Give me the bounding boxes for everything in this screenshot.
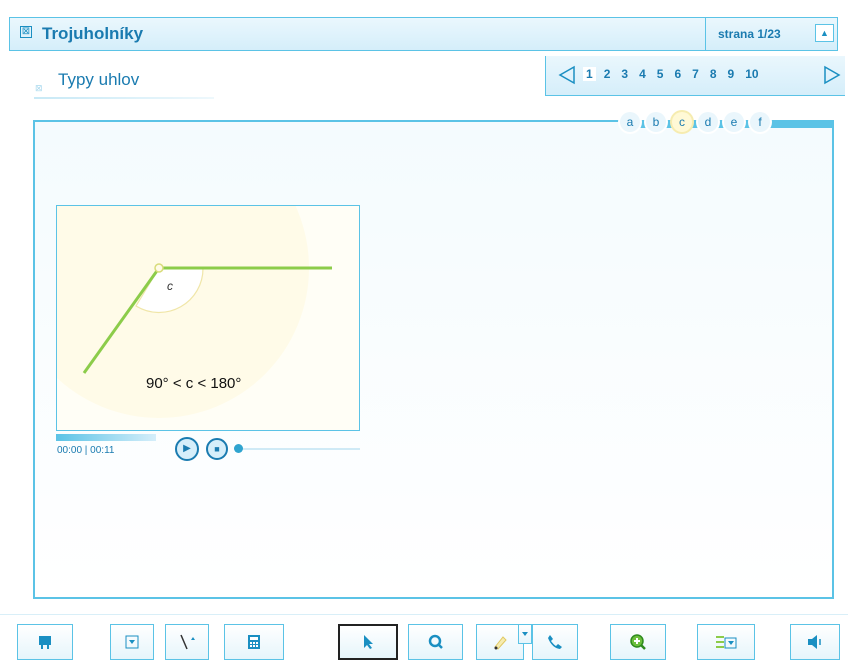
dropdown-icon [522,632,528,636]
page-link[interactable]: 7 [692,67,699,81]
zoom-in-icon [630,634,646,650]
subtab-d[interactable]: d [698,112,718,132]
page-link[interactable]: 5 [657,67,664,81]
phone-button[interactable] [532,624,578,660]
pointer-icon [364,635,373,649]
scroll-up-button[interactable]: ▲ [815,24,834,42]
subtab-b[interactable]: b [646,112,666,132]
menu-dropdown-button[interactable] [110,624,154,660]
page-link[interactable]: 1 [583,67,596,81]
list-view-button[interactable] [697,624,755,660]
title-divider [705,17,706,51]
play-button[interactable]: ▶ [175,437,199,461]
zoom-in-button[interactable] [610,624,666,660]
angle-formula: 90° < c < 180° [146,375,242,392]
subtab-c[interactable]: c [672,112,692,132]
section-underline [34,97,214,99]
page-link[interactable]: 2 [604,67,611,81]
speaker-icon [808,635,821,649]
close-icon[interactable]: ⊠ [20,26,32,38]
dropdown-icon [125,635,139,649]
calculator-button[interactable] [224,624,284,660]
seek-track[interactable] [234,448,360,450]
next-page-icon[interactable] [822,65,842,85]
magnifier-icon [428,634,443,649]
page-link[interactable]: 8 [710,67,717,81]
animation-frame: c [56,205,360,431]
page-indicator: strana 1/23 [718,27,781,41]
subtab-f[interactable]: f [750,112,770,132]
calculator-icon [248,635,260,649]
highlighter-icon [494,636,507,650]
phone-icon [548,635,562,649]
stop-button[interactable]: ■ [206,438,228,460]
chat-icon [39,636,51,649]
page-link[interactable]: 6 [674,67,681,81]
section-title: Typy uhlov [58,70,140,89]
angle-diagram: c [57,206,332,418]
angle-label: c [167,279,173,293]
seek-handle[interactable] [234,444,243,453]
magnifier-button[interactable] [408,624,463,660]
line-tool-button[interactable] [165,624,209,660]
subtab-a[interactable]: a [620,112,640,132]
highlighter-options-button[interactable] [518,624,532,644]
page-link[interactable]: 3 [621,67,628,81]
media-progress-bar[interactable] [56,434,156,441]
highlighter-button[interactable] [476,624,524,660]
page-link[interactable]: 4 [639,67,646,81]
chat-button[interactable] [17,624,73,660]
page-number-list: 1 2 3 4 5 6 7 8 9 10 [583,67,770,81]
pointer-tool-button[interactable] [338,624,398,660]
subtab-list: a b c d e f [620,112,776,132]
sound-button[interactable] [790,624,840,660]
angle-vertex [154,263,164,273]
page-link[interactable]: 10 [745,67,758,81]
page-link[interactable]: 9 [728,67,735,81]
list-icon [716,636,737,649]
subtab-e[interactable]: e [724,112,744,132]
page-title: Trojuholníky [42,24,144,43]
previous-page-icon[interactable] [557,65,577,85]
line-tool-icon [180,634,195,650]
section-icon: ⊠ [35,84,43,94]
time-display: 00:00 | 00:11 [57,445,115,456]
